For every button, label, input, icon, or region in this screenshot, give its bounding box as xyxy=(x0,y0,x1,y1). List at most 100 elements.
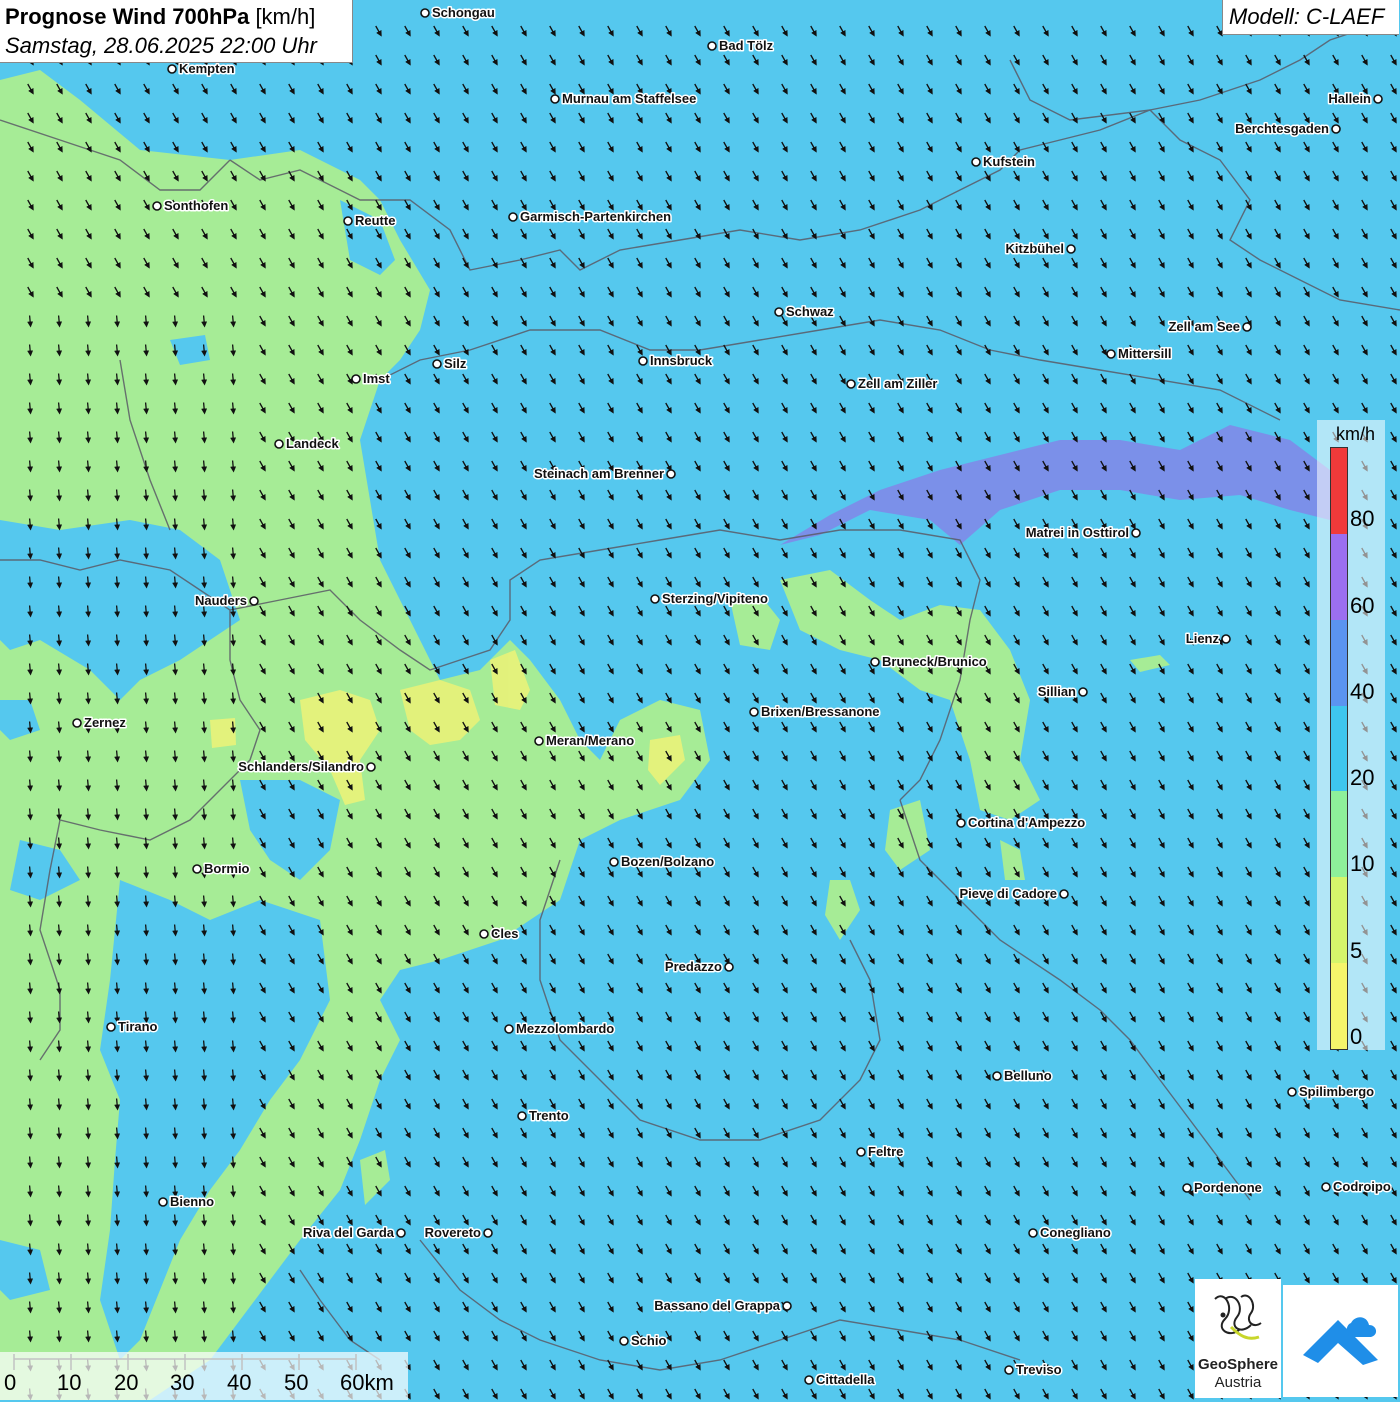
city-dot xyxy=(1242,322,1252,332)
city-marker[interactable]: Spilimbergo xyxy=(1287,1083,1376,1101)
wind-arrow xyxy=(172,1330,179,1343)
wind-arrow xyxy=(27,721,34,734)
city-label: Schio xyxy=(631,1333,666,1348)
wind-arrow xyxy=(143,460,150,473)
geosphere-logo-icon xyxy=(1214,1294,1262,1340)
wind-arrow xyxy=(230,344,237,357)
wind-arrow xyxy=(27,1272,34,1285)
wind-arrow xyxy=(172,605,179,618)
wind-arrow xyxy=(230,1330,237,1343)
city-marker[interactable]: Murnau am Staffelsee xyxy=(550,90,698,108)
legend-swatch xyxy=(1331,619,1347,706)
city-dot xyxy=(72,718,82,728)
wind-arrow xyxy=(27,1330,34,1343)
wind-forecast-map[interactable]: Schongau Bad Tölz Kempten Murnau am Staffel… xyxy=(0,0,1400,1400)
city-marker[interactable]: Cittadella xyxy=(804,1371,877,1389)
city-marker[interactable]: Codroipo xyxy=(1321,1178,1392,1196)
wind-arrow xyxy=(201,1214,208,1227)
city-dot xyxy=(366,762,376,772)
wind-arrow xyxy=(85,779,92,792)
city-marker[interactable]: Mezzolombardo xyxy=(504,1020,616,1038)
city-marker[interactable]: Meran/Merano xyxy=(534,732,636,750)
legend-swatch xyxy=(1331,533,1347,620)
city-label: Cortina d'Ampezzo xyxy=(968,815,1085,830)
wind-arrow xyxy=(27,953,34,966)
legend-swatch xyxy=(1331,448,1347,534)
city-dot xyxy=(534,736,544,746)
wind-arrow xyxy=(143,634,150,647)
wind-arrow xyxy=(114,1330,121,1343)
wind-arrow xyxy=(27,866,34,879)
city-marker[interactable]: Steinach am Brenner xyxy=(532,465,676,483)
wind-arrow xyxy=(143,1069,150,1082)
city-label: Pieve di Cadore xyxy=(959,886,1057,901)
wind-arrow xyxy=(230,1011,237,1024)
city-marker[interactable]: Brixen/Bressanone xyxy=(749,703,881,721)
wind-arrow xyxy=(201,634,208,647)
wind-arrow xyxy=(172,721,179,734)
wind-arrow xyxy=(172,576,179,589)
city-dot xyxy=(550,94,560,104)
city-marker[interactable]: Sonthofen xyxy=(152,197,230,215)
city-dot xyxy=(1004,1365,1014,1375)
city-marker[interactable]: Berchtesgaden xyxy=(1234,120,1341,138)
city-dot xyxy=(249,596,259,606)
wind-arrow xyxy=(172,634,179,647)
city-marker[interactable]: Innsbruck xyxy=(638,352,714,370)
wind-arrow xyxy=(230,692,237,705)
wind-arrow xyxy=(114,750,121,763)
city-marker[interactable]: Bassano del Grappa xyxy=(653,1297,792,1315)
wind-arrow xyxy=(114,895,121,908)
wind-arrow xyxy=(172,431,179,444)
city-label: Murnau am Staffelsee xyxy=(562,91,696,106)
city-dot xyxy=(479,929,489,939)
forecast-datetime: Samstag, 28.06.2025 22:00 Uhr xyxy=(5,33,317,58)
city-marker[interactable]: Bruneck/Brunico xyxy=(870,653,988,671)
city-marker[interactable]: Riva del Garda xyxy=(301,1224,406,1242)
wind-arrow xyxy=(201,373,208,386)
city-marker[interactable]: Schongau xyxy=(420,4,496,22)
city-label: Matrei in Osttirol xyxy=(1026,525,1129,540)
wind-arrow xyxy=(143,344,150,357)
wind-arrow xyxy=(143,721,150,734)
city-dot xyxy=(638,356,648,366)
city-marker[interactable]: Cortina d'Ampezzo xyxy=(956,814,1087,832)
city-dot xyxy=(774,307,784,317)
city-label: Bozen/Bolzano xyxy=(621,854,714,869)
wind-arrow xyxy=(56,895,63,908)
wind-arrow xyxy=(27,402,34,415)
wind-arrow xyxy=(172,518,179,531)
city-dot xyxy=(504,1024,514,1034)
wind-arrow xyxy=(85,547,92,560)
wind-arrow xyxy=(27,1011,34,1024)
city-marker[interactable]: Zell am See xyxy=(1167,318,1252,336)
wind-arrow xyxy=(172,1272,179,1285)
wind-arrow xyxy=(27,344,34,357)
city-label: Predazzo xyxy=(665,959,722,974)
city-marker[interactable]: Matrei in Osttirol xyxy=(1024,524,1141,542)
wind-arrow xyxy=(56,837,63,850)
city-marker[interactable]: Conegliano xyxy=(1028,1224,1112,1242)
wind-arrow xyxy=(201,1301,208,1314)
cloud-logo[interactable] xyxy=(1283,1285,1398,1397)
wind-arrow xyxy=(172,373,179,386)
wind-arrow xyxy=(114,953,121,966)
city-marker[interactable]: Sterzing/Vipiteno xyxy=(650,590,769,608)
wind-arrow xyxy=(230,1214,237,1227)
city-marker[interactable]: Schlanders/Silandro xyxy=(237,758,376,776)
city-marker[interactable]: Pordenone xyxy=(1182,1179,1263,1197)
wind-arrow xyxy=(201,750,208,763)
wind-arrow xyxy=(27,808,34,821)
city-dot xyxy=(1373,94,1383,104)
city-marker[interactable]: Garmisch-Partenkirchen xyxy=(508,208,673,226)
map-title-main: Prognose Wind 700hPa xyxy=(5,4,250,29)
wind-arrow xyxy=(27,1127,34,1140)
city-marker[interactable]: Pieve di Cadore xyxy=(958,885,1069,903)
wind-arrow xyxy=(56,924,63,937)
wind-arrow xyxy=(85,605,92,618)
wind-arrow xyxy=(56,1069,63,1082)
wind-arrow xyxy=(114,1185,121,1198)
city-marker[interactable]: Zell am Ziller xyxy=(846,375,939,393)
wind-arrow xyxy=(201,837,208,850)
city-marker[interactable]: Bozen/Bolzano xyxy=(609,853,716,871)
